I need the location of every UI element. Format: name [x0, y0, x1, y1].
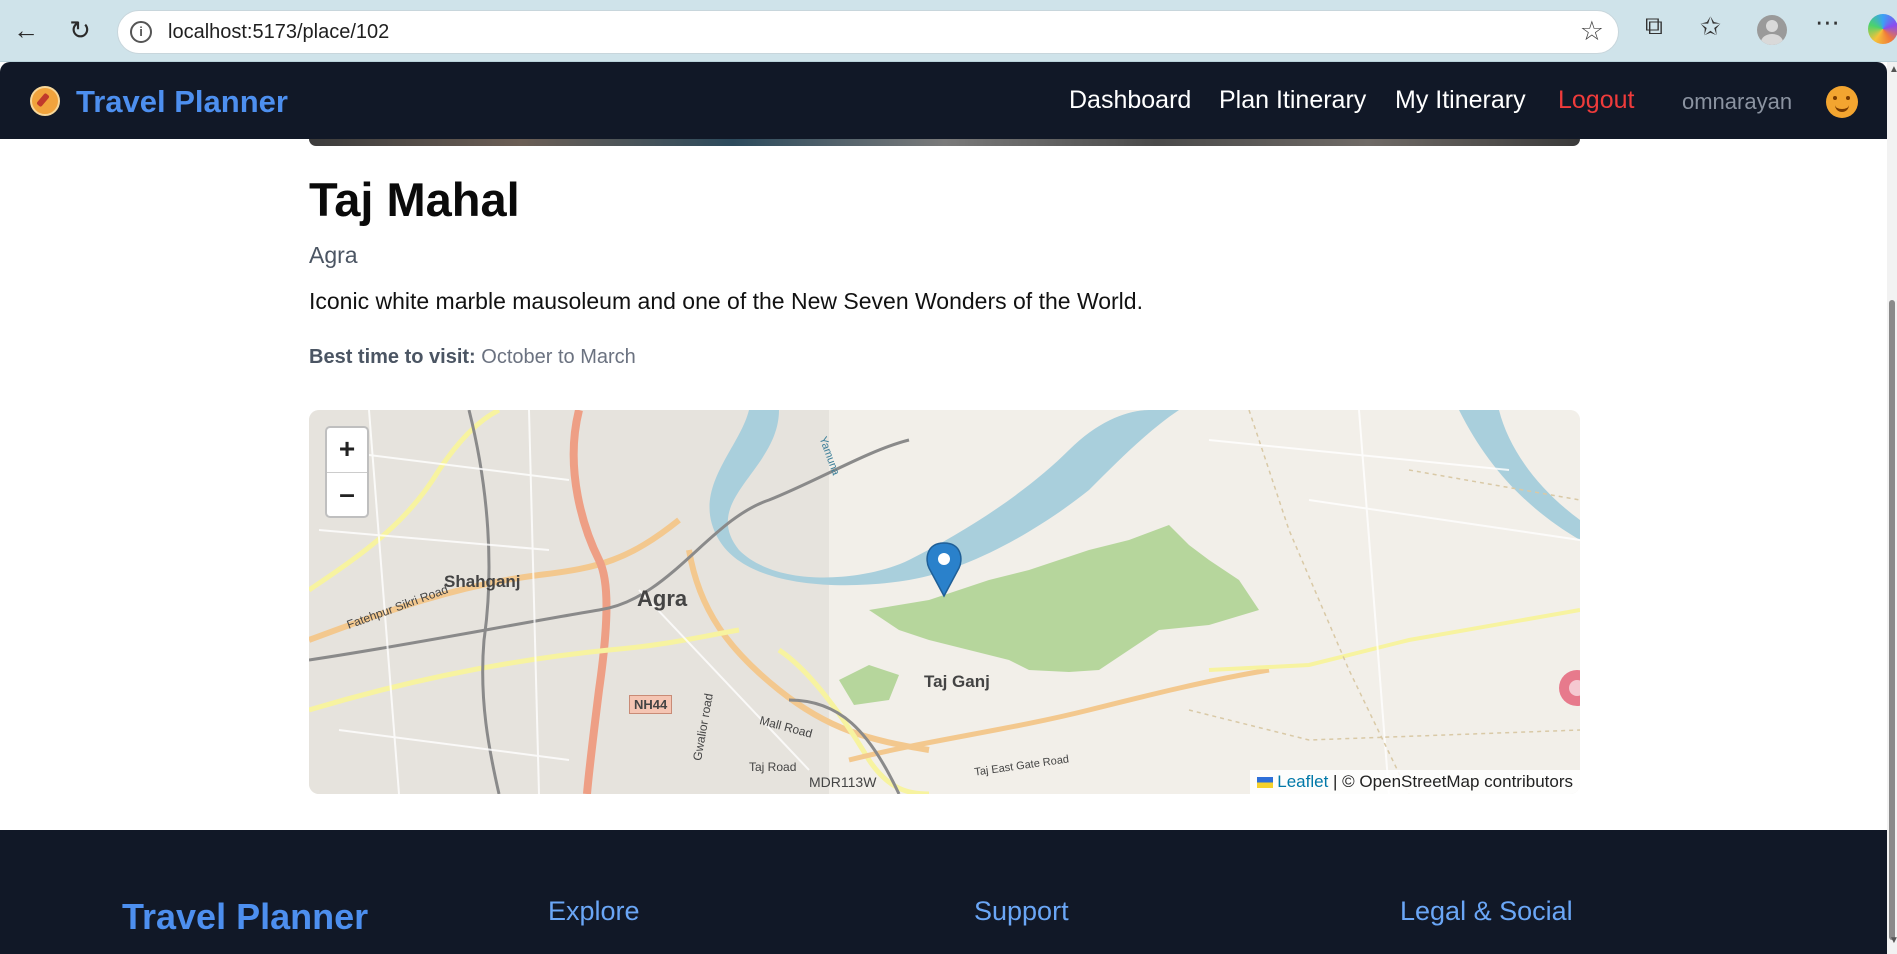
nav-link-my-itinerary[interactable]: My Itinerary	[1395, 86, 1526, 115]
map-label-agra: Agra	[637, 586, 688, 611]
address-bar[interactable]: i localhost:5173/place/102 ☆	[117, 10, 1619, 54]
zoom-in-button[interactable]: +	[327, 428, 367, 473]
map-attribution: Leaflet | © OpenStreetMap contributors	[1250, 770, 1580, 794]
map-label-taj-ganj: Taj Ganj	[924, 672, 990, 691]
nav-link-dashboard[interactable]: Dashboard	[1069, 86, 1191, 115]
profile-icon[interactable]	[1757, 15, 1787, 45]
reload-icon[interactable]: ↻	[62, 12, 98, 48]
place-city: Agra	[309, 242, 358, 268]
best-time-label: Best time to visit:	[309, 346, 476, 368]
best-time-value: October to March	[481, 346, 636, 368]
app-navbar: Travel Planner Dashboard Plan Itinerary …	[0, 62, 1887, 139]
ukraine-flag-icon	[1257, 777, 1274, 789]
footer-heading-support: Support	[974, 896, 1069, 926]
browser-toolbar: ← ↻ i localhost:5173/place/102 ☆ ⧉ ✩ ⋯	[0, 0, 1897, 62]
scroll-up-icon[interactable]: ▲	[1889, 64, 1897, 75]
brand-link[interactable]: Travel Planner	[76, 84, 288, 120]
scroll-down-icon[interactable]: ▼	[1889, 935, 1897, 946]
leaflet-link[interactable]: Leaflet	[1277, 772, 1328, 791]
username-label: omnarayan	[1682, 89, 1793, 114]
best-time-to-visit: Best time to visit: October to March	[309, 346, 636, 369]
scrollbar-thumb[interactable]	[1889, 300, 1895, 940]
user-avatar[interactable]	[1826, 86, 1858, 118]
favorite-star-icon[interactable]: ☆	[1580, 16, 1604, 47]
extensions-icon[interactable]: ⧉	[1645, 12, 1663, 41]
nav-link-plan-itinerary[interactable]: Plan Itinerary	[1219, 86, 1366, 115]
copilot-icon[interactable]	[1868, 14, 1897, 44]
zoom-out-button[interactable]: –	[327, 473, 367, 517]
map-zoom-control: + –	[325, 426, 369, 518]
page-footer: Travel Planner Explore Support Legal & S…	[0, 830, 1887, 954]
map-label-taj-road: Taj Road	[749, 760, 797, 774]
compass-logo-icon[interactable]	[30, 86, 60, 116]
map-tiles	[309, 410, 1580, 794]
site-info-icon[interactable]: i	[130, 21, 152, 43]
logout-button[interactable]: Logout	[1558, 86, 1634, 115]
url-text[interactable]: localhost:5173/place/102	[168, 21, 389, 44]
map-label-nh44: NH44	[629, 695, 673, 714]
back-arrow-icon[interactable]: ←	[8, 12, 44, 48]
footer-heading-legal-social: Legal & Social	[1400, 896, 1573, 926]
location-map[interactable]: Shahganj Agra Taj Ganj NH44 Fatehpur Sik…	[309, 410, 1580, 794]
place-hero-image	[309, 139, 1580, 146]
footer-heading-explore: Explore	[548, 896, 640, 926]
map-label-mdr113w: MDR113W	[809, 774, 877, 790]
place-title: Taj Mahal	[309, 173, 520, 226]
favorites-icon[interactable]: ✩	[1700, 12, 1721, 42]
map-label-shahganj: Shahganj	[444, 572, 521, 591]
footer-brand: Travel Planner	[122, 896, 369, 937]
place-description: Iconic white marble mausoleum and one of…	[309, 288, 1143, 314]
more-menu-icon[interactable]: ⋯	[1815, 8, 1840, 38]
attribution-text: | © OpenStreetMap contributors	[1333, 772, 1573, 791]
